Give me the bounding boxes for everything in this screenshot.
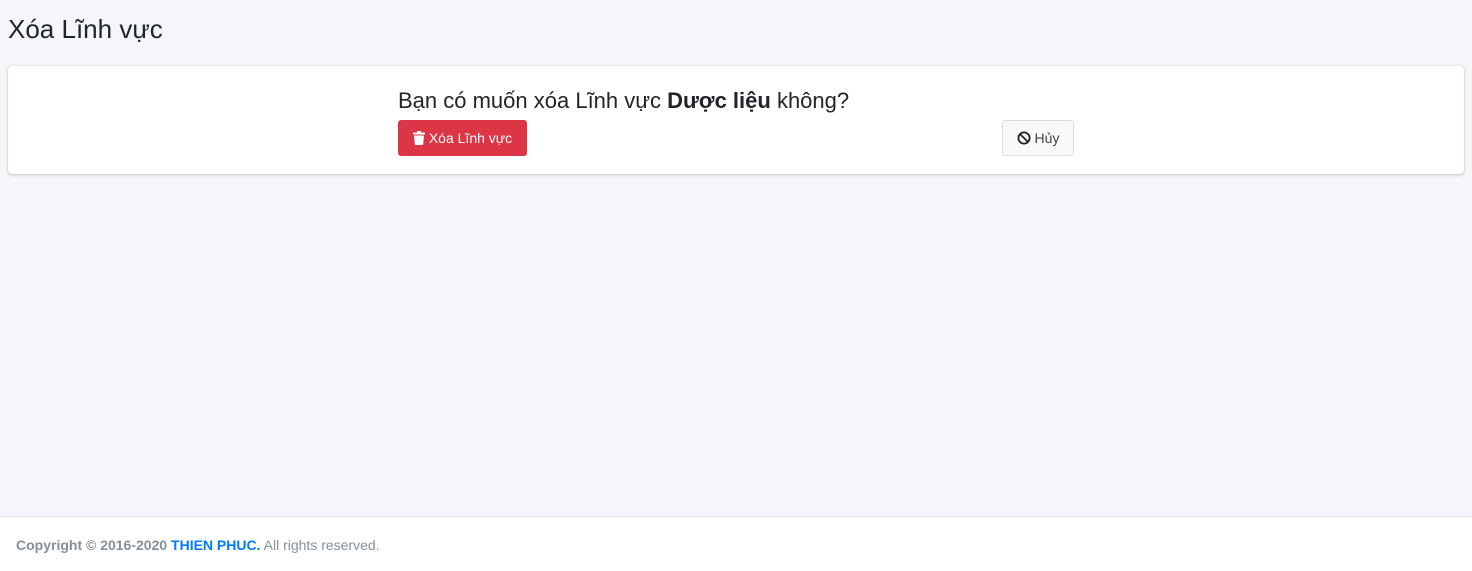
rights-text: All rights reserved. xyxy=(260,537,380,553)
item-name: Dược liệu xyxy=(667,88,771,113)
trash-icon xyxy=(412,131,425,145)
footer: Copyright © 2016-2020 THIEN PHUC. All ri… xyxy=(0,516,1472,571)
delete-button-label: Xóa Lĩnh vực xyxy=(428,130,513,146)
confirm-prefix: Bạn có muốn xóa Lĩnh vực xyxy=(398,88,668,113)
cancel-button-label: Hủy xyxy=(1034,130,1060,146)
confirm-card: Bạn có muốn xóa Lĩnh vực Dược liệu không… xyxy=(8,66,1464,174)
page-title: Xóa Lĩnh vực xyxy=(8,14,163,44)
confirm-message: Bạn có muốn xóa Lĩnh vực Dược liệu không… xyxy=(398,86,849,116)
cancel-button[interactable]: Hủy xyxy=(1002,120,1074,156)
copyright-prefix: Copyright © 2016-2020 xyxy=(16,537,172,553)
delete-button[interactable]: Xóa Lĩnh vực xyxy=(398,120,527,156)
copyright-text: Copyright © 2016-2020 THIEN PHUC. All ri… xyxy=(16,537,380,553)
confirm-suffix: không? xyxy=(770,88,850,113)
ban-icon xyxy=(1017,131,1031,145)
company-link[interactable]: THIEN PHUC. xyxy=(171,537,260,553)
